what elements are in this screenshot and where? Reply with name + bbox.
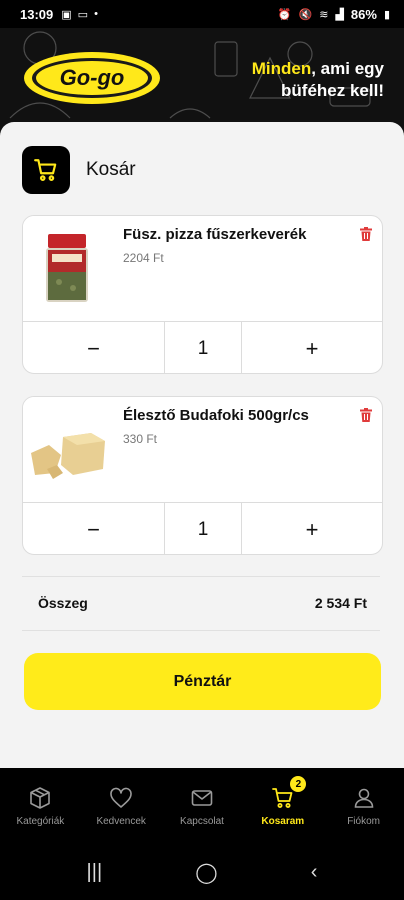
nav-item-account[interactable]: Fiókom [323,786,404,844]
total-label: Összeg [38,595,88,611]
trash-icon[interactable] [360,408,372,422]
status-bar: 13:09 ▣ ▭ • ⏰ 🔇 ≋ ▟ 86% ▮ [0,0,404,28]
increase-quantity-button[interactable]: + [242,503,382,554]
message-icon: ▭ [77,8,89,21]
mail-icon [191,790,213,806]
nav-item-favorites[interactable]: Kedvencek [81,786,162,844]
bottom-navigation: Kategóriák Kedvencek Kapcsolat 2 Kosaram… [0,768,404,844]
status-left-icons: ▣ ▭ • [61,8,98,21]
home-icon[interactable]: ◯ [195,860,217,885]
nav-item-categories[interactable]: Kategóriák [0,786,81,844]
increase-quantity-button[interactable]: + [242,322,382,373]
heart-icon [110,787,132,808]
back-icon[interactable]: ‹ [311,861,318,884]
mute-icon: 🔇 [298,8,313,21]
decrease-quantity-button[interactable]: − [23,322,165,373]
cart-item-price: 330 Ft [123,432,158,446]
status-right-icons: ⏰ 🔇 ≋ ▟ 86% ▮ [278,7,390,22]
summary-divider-bottom [22,630,380,631]
cart-item-card: Füsz. pizza fűszerkeverék 2204 Ft − 1 + [22,215,383,374]
nav-label: Fiókom [347,816,380,827]
product-image-spice-jar [23,216,113,320]
cart-count-badge: 2 [290,776,307,792]
checkout-button[interactable]: Pénztár [24,653,381,710]
cart-title-icon [22,146,70,194]
nav-item-contact[interactable]: Kapcsolat [162,786,243,844]
cart-content: Kosár Füsz. pizza fűszerkeverék 2204 Ft … [0,122,404,768]
battery-percent: 86% [350,6,377,22]
nav-item-my-cart[interactable]: 2 Kosaram [242,776,323,844]
decrease-quantity-button[interactable]: − [23,503,165,554]
signal-icon: ▟ [335,8,344,21]
go-go-logo: Go-go [24,52,160,104]
app-header: Go-go Minden, ami egy büféhez kell! [0,28,404,132]
cart-item-price: 2204 Ft [123,251,164,265]
user-icon [354,788,373,808]
cart-item-name[interactable]: Élesztő Budafoki 500gr/cs [123,407,309,424]
page-title-row: Kosár [22,146,136,194]
quantity-stepper: − 1 + [23,502,382,554]
wifi-icon: ≋ [319,8,329,21]
nav-label: Kosaram [261,816,305,827]
summary-divider-top [22,576,380,577]
slogan-line1: , ami egy [311,59,384,78]
gallery-icon: ▣ [61,8,72,21]
slogan-line2: büféhez kell! [281,81,384,100]
cart-icon [271,788,293,808]
cart-item-name[interactable]: Füsz. pizza fűszerkeverék [123,226,306,243]
status-time: 13:09 [20,6,54,22]
quantity-value: 1 [165,503,242,554]
trash-icon[interactable] [360,227,372,241]
cart-item-card: Élesztő Budafoki 500gr/cs 330 Ft − 1 + [22,396,383,555]
nav-label: Kedvencek [96,816,146,827]
product-image-yeast [23,397,113,501]
recent-apps-icon[interactable]: ||| [87,861,103,884]
total-value: 2 534 Ft [314,595,367,611]
svg-text:Go-go: Go-go [60,65,125,90]
battery-icon: ▮ [383,8,390,21]
quantity-value: 1 [165,322,242,373]
header-slogan: Minden, ami egy büféhez kell! [252,58,384,102]
nav-label: Kapcsolat [180,816,224,827]
nav-label: Kategóriák [16,816,65,827]
notification-dot-icon: • [94,7,98,20]
page-title: Kosár [86,159,136,180]
system-navigation-bar: ||| ◯ ‹ [0,844,404,900]
slogan-highlight: Minden [251,59,312,78]
alarm-icon: ⏰ [277,8,292,21]
box-icon [30,787,51,809]
quantity-stepper: − 1 + [23,321,382,373]
